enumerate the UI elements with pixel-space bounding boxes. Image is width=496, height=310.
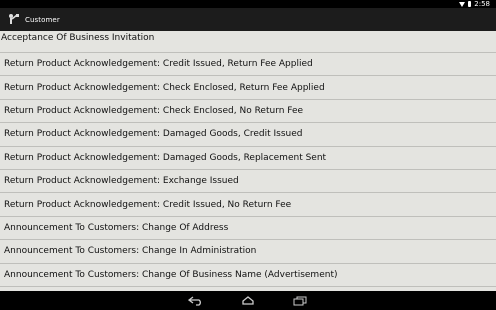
list-item-label: Return Product Acknowledgement: Check En… (4, 105, 304, 116)
back-button[interactable] (186, 294, 206, 308)
list-item-label: Return Product Acknowledgement: Credit I… (4, 59, 313, 70)
list-item[interactable]: Return Product Acknowledgement: Check En… (0, 76, 496, 100)
recent-apps-icon (293, 296, 307, 305)
action-bar: Customer (0, 8, 496, 31)
app-title: Customer (25, 15, 60, 24)
navigation-bar (0, 291, 496, 310)
status-bar: 2:58 (0, 0, 496, 8)
list-item-label: Return Product Acknowledgement: Check En… (4, 82, 325, 93)
list-item[interactable]: Acceptance Of Business Invitation (0, 31, 496, 53)
battery-icon (468, 1, 472, 7)
status-icons: 2:58 (459, 0, 490, 8)
list-item-label: Return Product Acknowledgement: Exchange… (4, 176, 239, 187)
status-time: 2:58 (474, 0, 490, 8)
list-item[interactable]: Announcement To Customers: Change In Adm… (0, 240, 496, 264)
list-item[interactable]: Return Product Acknowledgement: Credit I… (0, 193, 496, 217)
app-icon[interactable] (7, 13, 21, 27)
list-item-label: Announcement To Customers: Change Of Bus… (4, 269, 338, 280)
list-item-label: Announcement To Customers: Change In Adm… (4, 246, 257, 257)
recent-apps-button[interactable] (290, 294, 310, 308)
home-icon (242, 295, 254, 305)
list-item[interactable]: Return Product Acknowledgement: Damaged … (0, 147, 496, 170)
list-item[interactable]: Return Product Acknowledgement: Check En… (0, 100, 496, 124)
list-item[interactable]: Announcement To Customers: Change Of Add… (0, 217, 496, 241)
list-item[interactable]: Return Product Acknowledgement: Credit I… (0, 53, 496, 77)
list-item[interactable]: Announcement To Customers: Change Of Bus… (0, 264, 496, 287)
wifi-icon (459, 1, 466, 7)
template-list: Acceptance Of Business Invitation Return… (0, 31, 496, 291)
home-button[interactable] (238, 294, 258, 308)
list-item-label: Return Product Acknowledgement: Damaged … (4, 152, 327, 163)
back-icon (188, 295, 201, 306)
list-item-label: Announcement To Customers: Change Of Add… (4, 222, 229, 233)
list-item-label: Return Product Acknowledgement: Credit I… (4, 199, 292, 210)
list-item[interactable]: Return Product Acknowledgement: Damaged … (0, 123, 496, 147)
list-item-label: Acceptance Of Business Invitation (1, 33, 155, 43)
list-item[interactable]: Return Product Acknowledgement: Exchange… (0, 170, 496, 194)
list-item-label: Return Product Acknowledgement: Damaged … (4, 129, 303, 140)
